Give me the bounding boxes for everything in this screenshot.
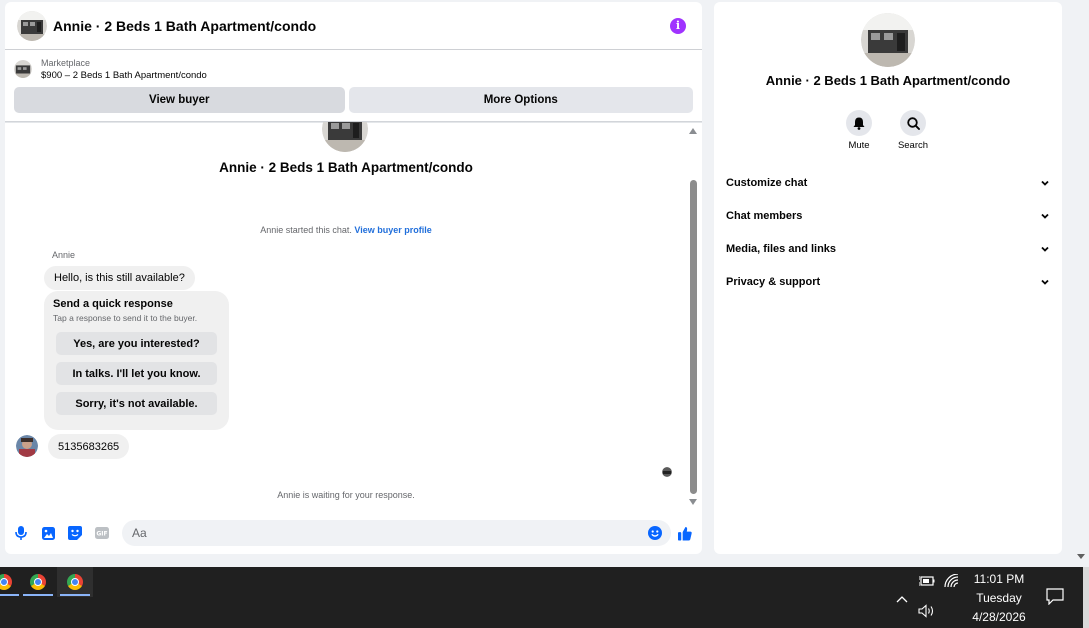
quick-response-option[interactable]: In talks. I'll let you know.	[56, 362, 217, 385]
scroll-down-arrow-icon[interactable]	[689, 499, 697, 505]
chat-scrollbar[interactable]	[689, 124, 698, 508]
view-buyer-profile-link[interactable]: View buyer profile	[354, 225, 431, 235]
search-button[interactable]: Search	[888, 110, 938, 151]
chevron-down-icon	[1041, 213, 1049, 219]
notification-icon[interactable]	[1046, 588, 1064, 610]
gif-icon[interactable]: GIF	[95, 526, 109, 540]
clock-time[interactable]: 11:01 PM	[963, 572, 1035, 586]
microphone-icon[interactable]	[14, 526, 28, 540]
chevron-up-icon[interactable]	[895, 592, 909, 610]
listing-price-title: $900 – 2 Beds 1 Bath Apartment/condo	[41, 70, 207, 81]
windows-taskbar: 11:01 PM Tuesday 4/28/2026	[0, 567, 1089, 628]
info-panel-avatar	[861, 13, 915, 67]
section-label: Customize chat	[726, 177, 808, 189]
scroll-thumb[interactable]	[690, 180, 697, 494]
quick-response-subtitle: Tap a response to send it to the buyer.	[53, 313, 198, 323]
mute-button[interactable]: Mute	[834, 110, 884, 151]
sender-name: Annie	[52, 250, 76, 260]
app-running-indicator	[23, 594, 53, 596]
chat-header: Annie · 2 Beds 1 Bath Apartment/condo i	[5, 2, 702, 50]
read-receipt-avatar	[662, 467, 672, 477]
conversation-title: Annie · 2 Beds 1 Bath Apartment/condo	[219, 160, 473, 175]
chrome-icon	[67, 574, 83, 590]
message-list: Annie · 2 Beds 1 Bath Apartment/condo An…	[5, 122, 702, 510]
chevron-down-icon	[1041, 246, 1049, 252]
chat-started-text: Annie started this chat.	[260, 225, 352, 235]
wifi-icon[interactable]	[944, 573, 960, 593]
info-panel-title: Annie · 2 Beds 1 Bath Apartment/condo	[765, 73, 1011, 88]
battery-icon[interactable]	[918, 574, 935, 592]
clock-date[interactable]: 4/28/2026	[963, 610, 1035, 624]
image-icon[interactable]	[41, 526, 55, 540]
thumbs-up-icon[interactable]	[678, 526, 692, 540]
message-composer: GIF	[5, 518, 702, 548]
waiting-notice: Annie is waiting for your response.	[277, 490, 415, 500]
svg-text:GIF: GIF	[96, 531, 107, 538]
volume-icon[interactable]	[918, 604, 936, 623]
view-buyer-button[interactable]: View buyer	[14, 87, 345, 113]
chat-info-panel: Annie · 2 Beds 1 Bath Apartment/condo Mu…	[714, 2, 1062, 554]
chat-panel: Annie · 2 Beds 1 Bath Apartment/condo i …	[5, 2, 702, 554]
show-desktop-strip[interactable]	[1083, 567, 1089, 628]
section-label: Media, files and links	[726, 243, 837, 255]
section-label: Privacy & support	[726, 276, 821, 288]
quick-response-card: Send a quick response Tap a response to …	[44, 291, 229, 430]
media-files-links-section[interactable]: Media, files and links	[726, 240, 1050, 258]
chat-members-section[interactable]: Chat members	[726, 207, 1050, 225]
page-scroll-down-arrow-icon[interactable]	[1077, 554, 1085, 559]
sticker-icon[interactable]	[68, 526, 82, 540]
outgoing-message: 5135683265	[48, 434, 130, 459]
chrome-icon	[0, 574, 12, 590]
listing-actions: View buyer More Options	[5, 86, 702, 113]
more-options-button[interactable]: More Options	[348, 87, 693, 113]
quick-response-option[interactable]: Yes, are you interested?	[56, 332, 217, 355]
taskbar-app-chrome[interactable]	[20, 567, 56, 597]
privacy-support-section[interactable]: Privacy & support	[726, 273, 1050, 291]
section-label: Chat members	[726, 210, 803, 222]
quick-response-title: Send a quick response	[53, 298, 173, 310]
emoji-icon[interactable]	[648, 526, 662, 540]
bell-icon	[846, 110, 872, 136]
customize-chat-section[interactable]: Customize chat	[726, 174, 1050, 192]
chevron-down-icon	[1041, 180, 1049, 186]
mute-label: Mute	[848, 140, 870, 151]
chevron-down-icon	[1041, 279, 1049, 285]
taskbar-app-chrome[interactable]	[0, 567, 22, 597]
clock-day[interactable]: Tuesday	[963, 591, 1035, 605]
app-running-indicator	[0, 594, 19, 596]
listing-summary[interactable]: Marketplace $900 – 2 Beds 1 Bath Apartme…	[5, 50, 702, 86]
chat-title[interactable]: Annie · 2 Beds 1 Bath Apartment/condo	[53, 18, 670, 34]
listing-thumbnail	[14, 60, 32, 78]
scroll-up-arrow-icon[interactable]	[689, 128, 697, 134]
chrome-icon	[30, 574, 46, 590]
app-running-indicator	[60, 594, 90, 596]
conversation-avatar	[322, 122, 368, 152]
search-label: Search	[897, 140, 929, 151]
message-input[interactable]	[122, 520, 671, 546]
search-icon	[900, 110, 926, 136]
listing-avatar[interactable]	[17, 10, 47, 41]
info-icon[interactable]: i	[670, 17, 686, 34]
incoming-message: Hello, is this still available?	[44, 266, 195, 290]
taskbar-app-chrome-active[interactable]	[57, 567, 93, 597]
listing-category: Marketplace	[41, 58, 91, 68]
user-avatar	[16, 435, 38, 457]
quick-response-option[interactable]: Sorry, it's not available.	[56, 392, 217, 415]
chat-started-notice: Annie started this chat. View buyer prof…	[5, 225, 687, 235]
